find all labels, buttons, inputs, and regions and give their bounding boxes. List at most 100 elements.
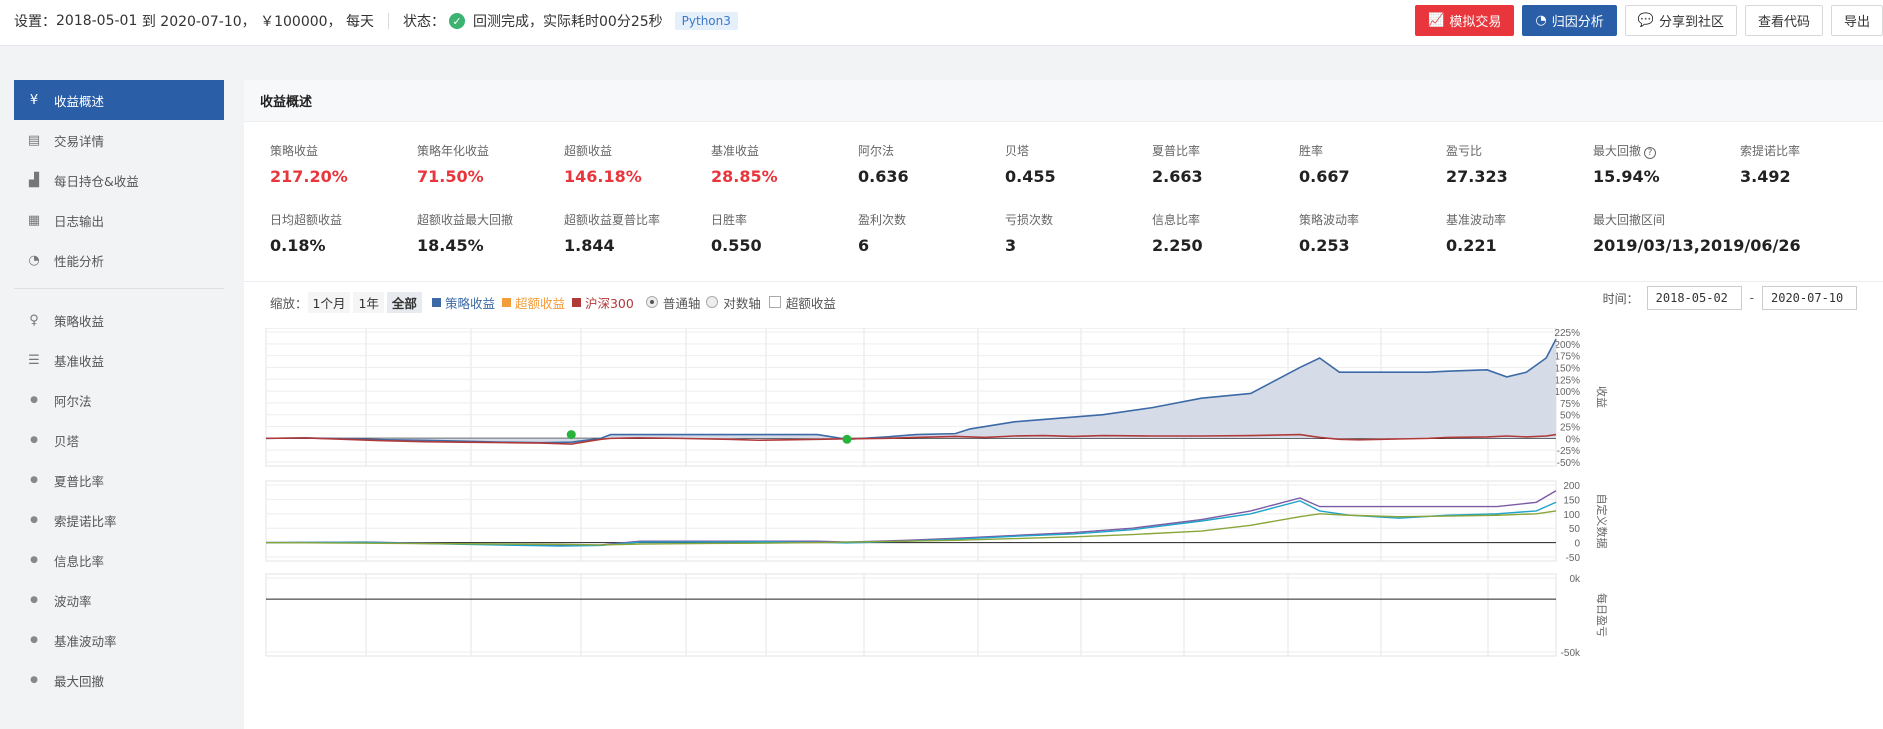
metric-label: 超额收益夏普比率	[564, 213, 661, 227]
share-button[interactable]: 💬 分享到社区	[1624, 5, 1737, 36]
metric-label: 最大回撤区间	[1593, 213, 1666, 227]
sidebar-item-label: 基准收益	[54, 353, 105, 369]
sidebar-item-strategy-return[interactable]: ♀ 策略收益	[14, 300, 224, 340]
legend-excess[interactable]: 超额收益	[501, 293, 565, 312]
legend-label: 策略收益	[444, 295, 495, 311]
legend-hs300[interactable]: 沪深300	[571, 293, 634, 312]
metric-value: 3.492	[1740, 167, 1791, 186]
sidebar-item-benchmark-volatility[interactable]: ● 基准波动率	[14, 620, 224, 660]
sidebar-item-benchmark-return[interactable]: ☰ 基准收益	[14, 340, 224, 380]
y-tick-label: 75%	[1560, 399, 1580, 410]
settings-label: 设置：	[14, 14, 56, 30]
database-icon: ☰	[28, 352, 40, 368]
start-date-input[interactable]	[1646, 286, 1742, 310]
sidebar-item-label: 收益概述	[54, 93, 105, 109]
sidebar-item-positions[interactable]: ▟ 每日持仓&收益	[14, 160, 224, 200]
sidebar-item-overview[interactable]: ¥ 收益概述	[14, 80, 224, 120]
time-label: 时间：	[1602, 291, 1639, 306]
zoom-1m-button[interactable]: 1个月	[307, 291, 351, 313]
sidebar-item-information-ratio[interactable]: ● 信息比率	[14, 540, 224, 580]
y-axis-label: 每日盈亏	[1595, 593, 1609, 637]
sidebar-item-beta[interactable]: ● 贝塔	[14, 420, 224, 460]
sidebar-item-trades[interactable]: ▤ 交易详情	[14, 120, 224, 160]
y-tick-label: 200%	[1554, 340, 1580, 351]
y-tick-label: 175%	[1554, 352, 1580, 363]
y-tick-label: 25%	[1560, 423, 1580, 434]
metric-win-count: 盈利次数 6	[858, 211, 998, 255]
metric-value: 0.667	[1299, 167, 1350, 186]
axis-log-radio[interactable]: 对数轴	[706, 293, 761, 312]
sidebar-item-max-drawdown[interactable]: ● 最大回撤	[14, 660, 224, 700]
metric-value: 0.636	[858, 167, 909, 186]
excess-checkbox[interactable]: 超额收益	[768, 293, 836, 312]
simulate-label: 模拟交易	[1449, 15, 1502, 30]
date-dash: -	[1749, 291, 1754, 305]
sidebar-item-sortino[interactable]: ● 索提诺比率	[14, 500, 224, 540]
view-code-label: 查看代码	[1757, 15, 1810, 30]
radio-label: 对数轴	[723, 295, 761, 311]
sidebar-item-label: 索提诺比率	[54, 513, 117, 529]
sidebar-item-alpha[interactable]: ● 阿尔法	[14, 380, 224, 420]
export-button[interactable]: 导出	[1830, 5, 1883, 36]
attribution-button[interactable]: ◔ 归因分析	[1522, 5, 1617, 36]
checkbox-label: 超额收益	[785, 295, 836, 311]
legend-swatch	[501, 297, 511, 307]
metric-value: 146.18%	[564, 167, 642, 186]
zoom-1y-button[interactable]: 1年	[353, 291, 384, 313]
metric-label: 盈利次数	[858, 213, 907, 227]
metric-label: 策略收益	[270, 144, 319, 158]
end-date-input[interactable]	[1762, 286, 1857, 310]
metric-annual-return: 策略年化收益 71.50%	[417, 142, 557, 186]
metric-value: 0.18%	[270, 236, 326, 255]
metric-value: 2.250	[1152, 236, 1203, 255]
metric-value: 2019/03/13,2019/06/26	[1593, 236, 1801, 255]
metric-value: 28.85%	[711, 167, 778, 186]
y-tick-label: -50%	[1557, 458, 1580, 469]
metric-daily-excess: 日均超额收益 0.18%	[270, 211, 410, 255]
top-bar: 设置： 2018-05-01 到 2020-07-10， ￥100000， 每天…	[0, 0, 1883, 46]
toolbar-buttons: 📈 模拟交易 ◔ 归因分析 💬 分享到社区 查看代码 导出	[1415, 5, 1883, 36]
y-tick-label: 50	[1569, 524, 1581, 535]
help-icon[interactable]: ?	[1644, 147, 1657, 159]
zoom-all-button[interactable]: 全部	[386, 291, 422, 313]
sidebar-item-sharpe[interactable]: ● 夏普比率	[14, 460, 224, 500]
y-tick-label: 150	[1563, 495, 1580, 506]
sidebar-item-label: 夏普比率	[54, 473, 105, 489]
status-label: 状态：	[403, 14, 446, 30]
backtest-charts: 225%200%175%150%125%100%75%50%25%0%-25%-…	[265, 328, 1609, 659]
metric-value: 0.221	[1446, 236, 1497, 255]
metric-value: 0.550	[711, 236, 762, 255]
y-axis-label: 收益	[1595, 386, 1609, 408]
sidebar-item-label: 日志输出	[54, 213, 105, 229]
metric-profit-loss-ratio: 盈亏比 27.323	[1446, 142, 1586, 186]
metric-value: 6	[858, 236, 870, 255]
lightbulb-icon: ♀	[29, 312, 39, 328]
python-badge: Python3	[674, 12, 738, 30]
metric-label: 阿尔法	[858, 144, 895, 158]
metric-label: 亏损次数	[1005, 213, 1054, 227]
metric-value: 3	[1005, 236, 1017, 255]
sidebar-item-volatility[interactable]: ● 波动率	[14, 580, 224, 620]
sidebar-item-logs[interactable]: ▦ 日志输出	[14, 200, 224, 240]
frequency: 每天	[346, 14, 375, 30]
y-tick-label: 150%	[1554, 363, 1580, 374]
legend-strategy[interactable]: 策略收益	[431, 293, 495, 312]
metric-excess-return: 超额收益 146.18%	[564, 142, 704, 186]
sidebar-item-performance[interactable]: ◔ 性能分析	[14, 240, 224, 280]
axis-normal-radio[interactable]: 普通轴	[645, 293, 700, 312]
metric-benchmark-volatility: 基准波动率 0.221	[1446, 211, 1586, 255]
metric-sharpe: 夏普比率 2.663	[1152, 142, 1292, 186]
simulate-trade-button[interactable]: 📈 模拟交易	[1415, 5, 1515, 36]
custom-panel-frame	[265, 480, 1557, 562]
export-label: 导出	[1843, 15, 1870, 30]
view-code-button[interactable]: 查看代码	[1744, 5, 1823, 36]
pie-icon: ◔	[28, 252, 40, 268]
date-from: 2018-05-01	[56, 13, 138, 29]
status-text: 回测完成，实际耗时00分25秒	[473, 14, 663, 30]
section-divider	[244, 281, 1883, 282]
bullet-icon: ●	[30, 515, 38, 525]
checkbox-box	[768, 296, 781, 308]
document-icon: ▤	[27, 132, 41, 148]
sidebar-item-label: 阿尔法	[54, 393, 92, 409]
metric-label: 索提诺比率	[1740, 144, 1801, 158]
